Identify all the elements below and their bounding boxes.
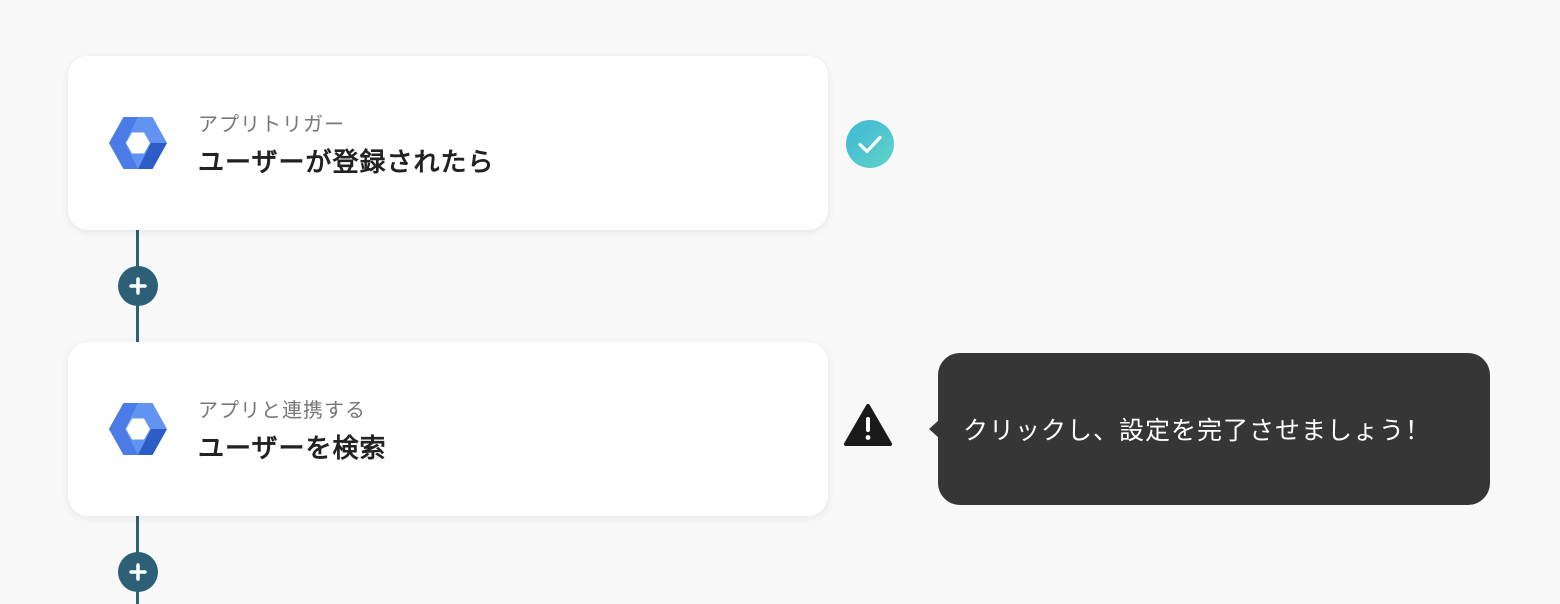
plus-icon [129,277,147,295]
step-subtitle: アプリと連携する [198,398,366,422]
plus-icon [129,563,147,581]
flow-step-card-trigger[interactable]: アプリトリガー ユーザーが登録されたら [68,56,828,230]
flow-step-card-action[interactable]: アプリと連携する ユーザーを検索 [68,342,828,516]
add-step-button[interactable] [118,552,158,592]
warning-triangle-icon [844,403,892,447]
tooltip-arrow [929,420,939,438]
tooltip-text: クリックし、設定を完了させましょう！ [963,416,1432,445]
step-title: ユーザーが登録されたら [198,148,495,178]
google-workspace-hexagon-icon [109,117,167,169]
setup-hint-tooltip: クリックし、設定を完了させましょう！ [929,353,1490,505]
check-circle-icon [846,120,894,168]
google-workspace-hexagon-icon [109,403,167,455]
add-step-button[interactable] [118,266,158,306]
step-title: ユーザーを検索 [198,434,387,464]
step-subtitle: アプリトリガー [198,112,345,136]
